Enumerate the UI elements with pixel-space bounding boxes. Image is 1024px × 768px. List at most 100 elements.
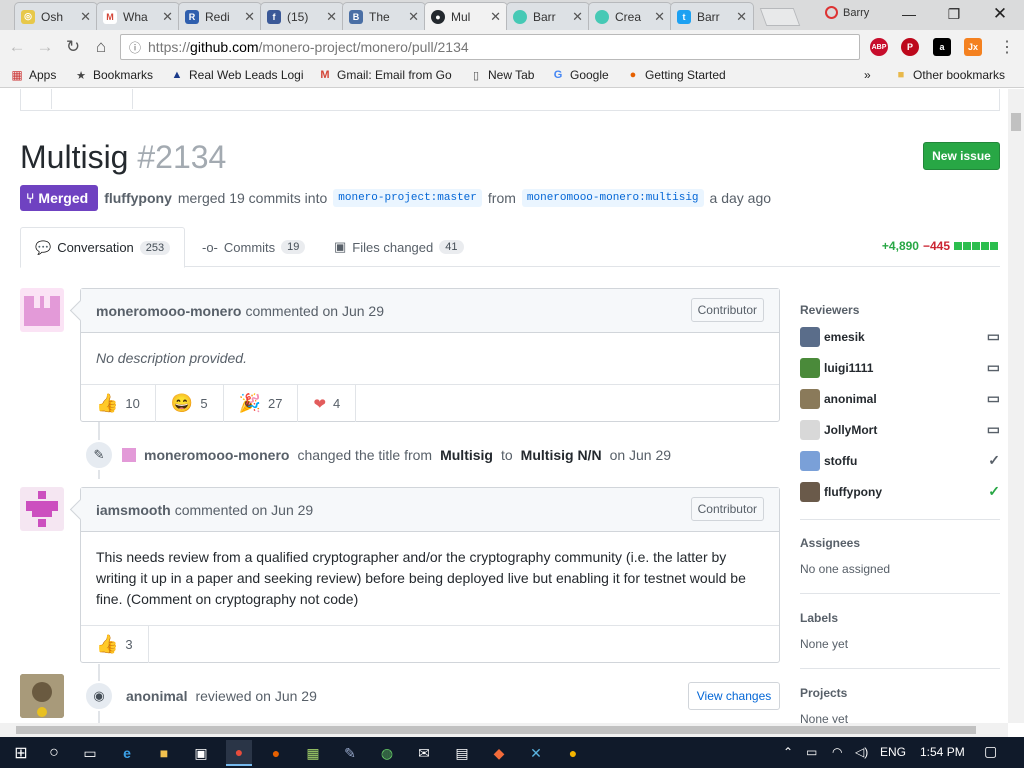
brave-icon[interactable]: ◆ xyxy=(486,740,512,766)
bookmark-real-web-leads[interactable]: ▲ Real Web Leads Logi xyxy=(170,68,304,82)
tab-conversation[interactable]: 💬 Conversation 253 xyxy=(20,227,186,268)
vertical-scrollbar[interactable] xyxy=(1008,89,1024,723)
bookmark-bookmarks[interactable]: ★ Bookmarks xyxy=(74,68,153,82)
head-branch[interactable]: moneromooo-monero:multisig xyxy=(521,189,704,207)
reaction-smile[interactable]: 😄 5 xyxy=(156,385,224,422)
maximize-button[interactable]: ❐ xyxy=(931,0,977,28)
reaction-heart[interactable]: ❤ 4 xyxy=(298,385,357,422)
reviewer[interactable]: anonimal ▭ xyxy=(800,388,1000,410)
event-author[interactable]: anonimal xyxy=(126,688,187,704)
search-icon[interactable]: ○ xyxy=(41,740,67,766)
reviewer[interactable]: emesik ▭ xyxy=(800,326,1000,348)
wifi-icon[interactable]: ◠ xyxy=(832,745,842,759)
browser-tab[interactable]: M Wha ✕ xyxy=(96,2,180,30)
browser-tab[interactable]: Barr ✕ xyxy=(506,2,590,30)
reaction-thumbs-up[interactable]: 👍 10 xyxy=(81,385,156,422)
reviewer[interactable]: JollyMort ▭ xyxy=(800,419,1000,441)
browser-tab-active[interactable]: ● Mul ✕ xyxy=(424,2,508,30)
chrome-menu-icon[interactable]: ⋮ xyxy=(996,36,1018,58)
x-app-icon[interactable]: ✕ xyxy=(523,740,549,766)
projects-heading[interactable]: Projects xyxy=(800,686,1000,700)
tab-commits[interactable]: -o- Commits 19 xyxy=(188,227,319,267)
bookmark-google[interactable]: G Google xyxy=(551,68,609,82)
scrollbar-thumb[interactable] xyxy=(1011,113,1021,131)
view-changes-button[interactable]: View changes xyxy=(688,682,780,710)
edge-icon[interactable]: e xyxy=(114,740,140,766)
browser-tab[interactable]: t Barr ✕ xyxy=(670,2,754,30)
volume-icon[interactable]: ◁) xyxy=(855,745,868,759)
minimize-button[interactable]: — xyxy=(886,0,932,28)
bookmark-getting-started[interactable]: ● Getting Started xyxy=(626,68,726,82)
close-icon[interactable]: ✕ xyxy=(490,9,501,25)
bookmark-apps[interactable]: ▦ Apps xyxy=(10,68,56,82)
chrome-icon[interactable]: ● xyxy=(226,740,252,766)
bookmark-gmail[interactable]: M Gmail: Email from Go xyxy=(318,68,451,82)
action-center-icon[interactable]: ▢ xyxy=(984,743,997,760)
close-icon[interactable]: ✕ xyxy=(244,9,255,25)
close-icon[interactable]: ✕ xyxy=(408,9,419,25)
tray-overflow-icon[interactable]: ⌃ xyxy=(783,745,793,759)
home-button[interactable]: ⌂ xyxy=(90,36,112,58)
assignees-heading[interactable]: Assignees xyxy=(800,536,1000,550)
calculator-icon[interactable]: ▤ xyxy=(449,740,475,766)
language-indicator[interactable]: ENG xyxy=(880,745,906,759)
pr-author-link[interactable]: fluffypony xyxy=(104,190,172,206)
comment-author[interactable]: iamsmooth xyxy=(96,502,171,518)
store-icon[interactable]: ▣ xyxy=(188,740,214,766)
bookmark-new-tab[interactable]: ▯ New Tab xyxy=(469,68,535,82)
avatar[interactable] xyxy=(20,487,64,531)
clock[interactable]: 1:54 PM xyxy=(920,745,965,759)
bookmarks-overflow-button[interactable]: » xyxy=(864,68,871,82)
reviewers-heading[interactable]: Reviewers xyxy=(800,303,1000,317)
paint-icon[interactable]: ✎ xyxy=(337,740,363,766)
new-tab-button[interactable] xyxy=(759,8,801,26)
close-icon[interactable]: ✕ xyxy=(80,9,91,25)
browser-tab[interactable]: B The ✕ xyxy=(342,2,426,30)
avatar[interactable] xyxy=(122,448,136,462)
address-bar[interactable]: ⓘ https://github.com/monero-project/mone… xyxy=(120,34,860,60)
close-icon[interactable]: ✕ xyxy=(162,9,173,25)
reviewer[interactable]: fluffypony ✓ xyxy=(800,481,1000,503)
avatar[interactable] xyxy=(20,288,64,332)
event-timestamp[interactable]: reviewed on Jun 29 xyxy=(195,688,316,704)
scrollbar-thumb[interactable] xyxy=(16,726,976,734)
close-icon[interactable]: ✕ xyxy=(572,9,583,25)
battery-icon[interactable]: ▭ xyxy=(806,745,817,759)
close-window-button[interactable]: ✕ xyxy=(977,0,1023,28)
reaction-thumbs-up[interactable]: 👍 3 xyxy=(81,626,149,663)
reviewer[interactable]: luigi1111 ▭ xyxy=(800,357,1000,379)
jx-extension-icon[interactable]: Jx xyxy=(964,38,982,56)
reaction-tada[interactable]: 🎉 27 xyxy=(224,385,299,422)
mail-icon[interactable]: ✉ xyxy=(411,740,437,766)
new-issue-button[interactable]: New issue xyxy=(923,142,1000,170)
back-button[interactable]: ← xyxy=(6,36,28,58)
task-view-icon[interactable]: ▭ xyxy=(77,740,103,766)
app-grid-icon[interactable]: ▦ xyxy=(300,740,326,766)
browser-tab[interactable]: ◎ Osh ✕ xyxy=(14,2,98,30)
avatar[interactable] xyxy=(20,674,64,718)
close-icon[interactable]: ✕ xyxy=(326,9,337,25)
labels-heading[interactable]: Labels xyxy=(800,611,1000,625)
browser-tab[interactable]: R Redi ✕ xyxy=(178,2,262,30)
close-icon[interactable]: ✕ xyxy=(654,9,665,25)
profile-button[interactable]: Barry xyxy=(825,6,869,19)
page-info-icon[interactable]: ⓘ xyxy=(129,39,141,56)
chrome-canary-icon[interactable]: ● xyxy=(560,740,586,766)
base-branch[interactable]: monero-project:master xyxy=(333,189,482,207)
horizontal-scrollbar[interactable] xyxy=(0,723,1008,737)
reload-button[interactable]: ↻ xyxy=(62,36,84,58)
file-explorer-icon[interactable]: ■ xyxy=(151,740,177,766)
close-icon[interactable]: ✕ xyxy=(736,9,747,25)
firefox-icon[interactable]: ● xyxy=(263,740,289,766)
pinterest-icon[interactable]: P xyxy=(901,38,919,56)
bookmark-other[interactable]: ■ Other bookmarks xyxy=(894,68,1005,82)
browser-tab[interactable]: f (15) ✕ xyxy=(260,2,344,30)
browser-tab[interactable]: Crea ✕ xyxy=(588,2,672,30)
adblock-icon[interactable]: ABP xyxy=(870,38,888,56)
amazon-icon[interactable]: a xyxy=(933,38,951,56)
comment-timestamp[interactable]: commented on Jun 29 xyxy=(175,502,314,518)
comment-author[interactable]: moneromooo-monero xyxy=(96,303,241,319)
forward-button[interactable]: → xyxy=(34,36,56,58)
globe-icon[interactable]: ◍ xyxy=(374,740,400,766)
event-author[interactable]: moneromooo-monero xyxy=(144,447,289,463)
